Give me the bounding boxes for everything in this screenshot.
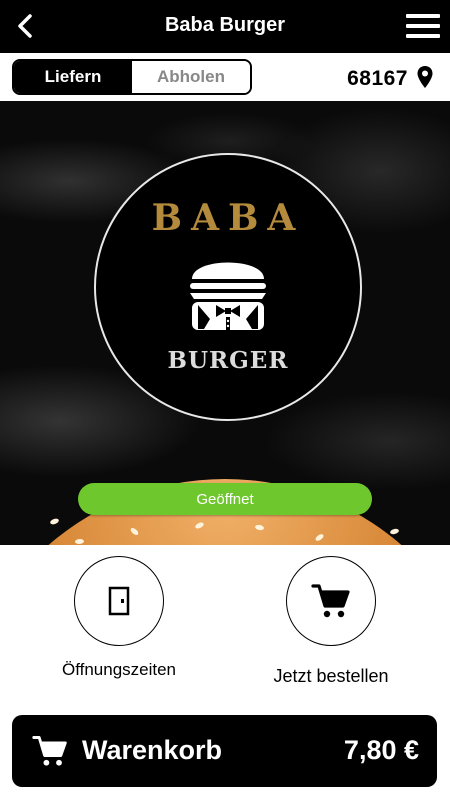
order-now-action[interactable]: Jetzt bestellen [246,556,416,687]
hamburger-menu-icon [406,14,440,18]
order-now-label: Jetzt bestellen [273,666,389,686]
cart-button[interactable]: Warenkorb 7,80 € [12,715,437,787]
mode-option-delivery[interactable]: Liefern [14,61,132,93]
map-pin-icon[interactable] [416,65,434,89]
menu-button[interactable] [406,14,440,40]
delivery-mode-toggle: Liefern Abholen [12,59,252,95]
logo-text-top: BABA [151,197,305,239]
opening-hours-action[interactable]: Öffnungszeiten [34,556,204,680]
opening-hours-button[interactable] [74,556,164,646]
status-badge: Geöffnet [78,483,372,515]
shopping-cart-icon [32,736,67,766]
shopping-cart-icon [311,584,350,618]
zip-code[interactable]: 68167 [347,67,408,91]
door-icon [108,586,130,616]
cart-label: Warenkorb [82,735,223,765]
cart-total: 7,80 € [343,735,419,765]
mode-bar: Liefern Abholen 68167 [0,53,450,101]
page-title: Baba Burger [164,14,286,36]
hero-banner: BABA BURGER Geöffnet [0,101,450,545]
burger-logo-icon [190,262,266,330]
brand-logo: BABA BURGER [94,153,362,421]
mode-option-pickup[interactable]: Abholen [132,61,250,93]
app-header: Baba Burger [0,0,450,53]
opening-hours-label: Öffnungszeiten [61,660,177,679]
order-now-button[interactable] [286,556,376,646]
logo-text-bottom: BURGER [167,347,289,374]
app-screen: Baba Burger Liefern Abholen 68167 BABA B… [0,0,450,800]
